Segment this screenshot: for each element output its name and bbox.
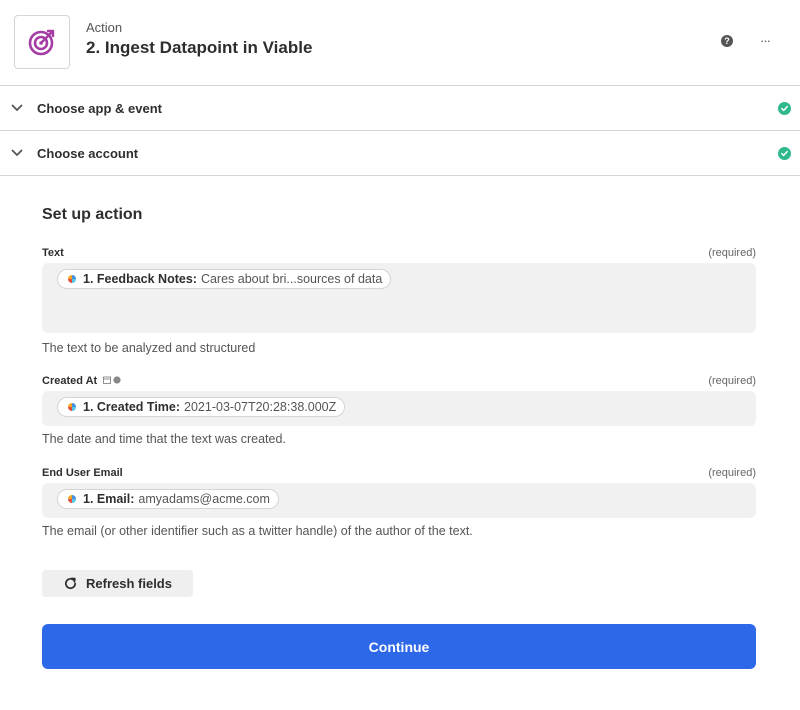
step-header: Action 2. Ingest Datapoint in Viable ? ·… xyxy=(0,0,800,86)
field-label-created-at: Created At xyxy=(42,375,98,387)
section-label: Choose app & event xyxy=(37,101,162,116)
pill-value: 2021-03-07T20:28:38.000Z xyxy=(184,400,337,414)
step-label: Action xyxy=(86,20,123,35)
section-choose-account[interactable]: Choose account xyxy=(0,131,800,176)
required-label: (required) xyxy=(708,247,756,259)
field-label-end-user-email: End User Email xyxy=(42,467,123,479)
calendar-icon xyxy=(103,376,111,384)
refresh-icon xyxy=(64,577,77,590)
end-user-email-field[interactable]: 1. Email: amyadams@acme.com xyxy=(42,483,756,518)
refresh-fields-button[interactable]: Refresh fields xyxy=(42,570,193,597)
question-icon[interactable]: ? xyxy=(721,35,733,47)
required-label: (required) xyxy=(708,375,756,387)
refresh-label: Refresh fields xyxy=(86,576,172,591)
chevron-down-icon xyxy=(11,149,23,156)
created-at-field[interactable]: 1. Created Time: 2021-03-07T20:28:38.000… xyxy=(42,391,756,426)
app-pill-icon xyxy=(68,275,76,283)
field-label-text: Text xyxy=(42,247,64,259)
target-icon xyxy=(28,29,55,56)
app-pill-icon xyxy=(68,403,76,411)
pill-key: 1. Created Time: xyxy=(83,400,181,414)
field-help: The date and time that the text was crea… xyxy=(42,432,286,446)
mapped-field-pill[interactable]: 1. Feedback Notes: Cares about bri...sou… xyxy=(57,269,392,289)
more-icon[interactable]: ··· xyxy=(757,32,773,48)
pill-value: Cares about bri...sources of data xyxy=(200,272,383,286)
pill-key: 1. Email: xyxy=(83,492,135,506)
setup-title: Set up action xyxy=(42,206,143,223)
field-help: The text to be analyzed and structured xyxy=(42,341,256,355)
pill-key: 1. Feedback Notes: xyxy=(83,272,197,286)
field-meta-icons xyxy=(103,376,121,384)
text-field[interactable]: 1. Feedback Notes: Cares about bri...sou… xyxy=(42,263,756,333)
mapped-field-pill[interactable]: 1. Email: amyadams@acme.com xyxy=(57,489,279,509)
continue-button[interactable]: Continue xyxy=(42,624,756,669)
field-help: The email (or other identifier such as a… xyxy=(42,524,473,538)
pill-value: amyadams@acme.com xyxy=(138,492,270,506)
section-choose-app-event[interactable]: Choose app & event xyxy=(0,86,800,131)
mapped-field-pill[interactable]: 1. Created Time: 2021-03-07T20:28:38.000… xyxy=(57,397,346,417)
check-icon xyxy=(778,147,791,160)
required-label: (required) xyxy=(708,467,756,479)
section-label: Choose account xyxy=(37,146,139,161)
info-icon xyxy=(113,376,121,384)
step-title: 2. Ingest Datapoint in Viable xyxy=(86,38,313,57)
check-icon xyxy=(778,102,791,115)
app-logo xyxy=(14,15,70,69)
app-pill-icon xyxy=(68,495,76,503)
chevron-down-icon xyxy=(11,104,23,111)
